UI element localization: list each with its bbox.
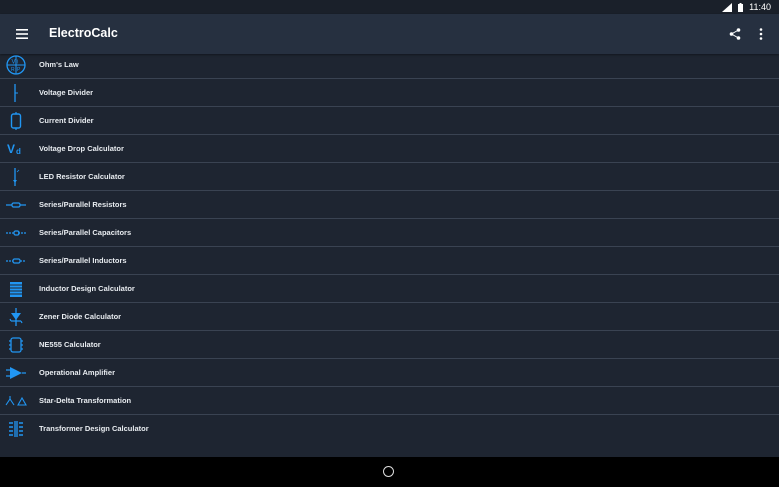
list-item-label: Ohm's Law (39, 60, 79, 69)
list-item-transformer-design[interactable]: Transformer Design Calculator (0, 415, 779, 443)
list-item-inductor-design[interactable]: Inductor Design Calculator (0, 275, 779, 303)
share-icon[interactable] (724, 23, 746, 45)
calculator-list: VIRP Ohm's Law Voltage Divider Current D… (0, 51, 779, 443)
list-item-series-parallel-resistors[interactable]: Series/Parallel Resistors (0, 191, 779, 219)
list-item-operational-amplifier[interactable]: Operational Amplifier (0, 359, 779, 387)
navigation-bar (0, 457, 779, 487)
list-item-label: Current Divider (39, 116, 94, 125)
list-item-label: Operational Amplifier (39, 368, 115, 377)
status-time: 11:40 (749, 2, 771, 12)
svg-text:I: I (17, 60, 18, 66)
star-delta-icon (5, 390, 27, 412)
zener-diode-icon (5, 306, 27, 328)
battery-icon (738, 2, 744, 12)
ohms-law-icon: VIRP (5, 54, 27, 76)
more-options-icon[interactable] (750, 23, 772, 45)
op-amp-icon (5, 362, 27, 384)
led-resistor-icon (5, 166, 27, 188)
app-title: ElectroCalc (49, 26, 118, 40)
list-item-current-divider[interactable]: Current Divider (0, 107, 779, 135)
list-item-label: Zener Diode Calculator (39, 312, 122, 321)
list-item-label: Voltage Drop Calculator (39, 144, 124, 153)
list-item-led-resistor[interactable]: LED Resistor Calculator (0, 163, 779, 191)
list-item-label: Transformer Design Calculator (39, 424, 149, 433)
list-item-label: Voltage Divider (39, 88, 94, 97)
list-item-ne555[interactable]: NE555 Calculator (0, 331, 779, 359)
resistor-icon (5, 194, 27, 216)
list-item-label: Inductor Design Calculator (39, 284, 135, 293)
transformer-icon (5, 418, 27, 440)
status-bar: 11:40 (0, 0, 779, 14)
current-divider-icon (5, 110, 27, 132)
svg-text:V: V (7, 142, 15, 156)
status-icons: 11:40 (722, 0, 771, 14)
list-item-label: Series/Parallel Capacitors (39, 228, 132, 237)
list-item-ohms-law[interactable]: VIRP Ohm's Law (0, 51, 779, 79)
svg-text:V: V (12, 60, 16, 66)
list-item-voltage-divider[interactable]: Voltage Divider (0, 79, 779, 107)
inductor-icon (5, 250, 27, 272)
home-button-icon[interactable] (383, 466, 394, 477)
list-item-label: Series/Parallel Resistors (39, 200, 127, 209)
voltage-drop-icon: Vd (5, 138, 27, 160)
list-item-label: Series/Parallel Inductors (39, 256, 127, 265)
app-bar: ElectroCalc (0, 14, 779, 54)
list-item-label: NE555 Calculator (39, 340, 101, 349)
list-item-voltage-drop[interactable]: Vd Voltage Drop Calculator (0, 135, 779, 163)
wifi-icon (722, 2, 733, 12)
ne555-icon (5, 334, 27, 356)
hamburger-menu-icon[interactable] (10, 22, 34, 46)
list-item-series-parallel-inductors[interactable]: Series/Parallel Inductors (0, 247, 779, 275)
list-item-label: Star-Delta Transformation (39, 396, 132, 405)
svg-text:R: R (11, 67, 15, 73)
list-item-star-delta[interactable]: Star-Delta Transformation (0, 387, 779, 415)
capacitor-icon (5, 222, 27, 244)
voltage-divider-icon (5, 82, 27, 104)
list-item-series-parallel-capacitors[interactable]: Series/Parallel Capacitors (0, 219, 779, 247)
list-item-zener-diode[interactable]: Zener Diode Calculator (0, 303, 779, 331)
inductor-design-icon (5, 278, 27, 300)
list-item-label: LED Resistor Calculator (39, 172, 125, 181)
svg-text:d: d (16, 147, 21, 156)
